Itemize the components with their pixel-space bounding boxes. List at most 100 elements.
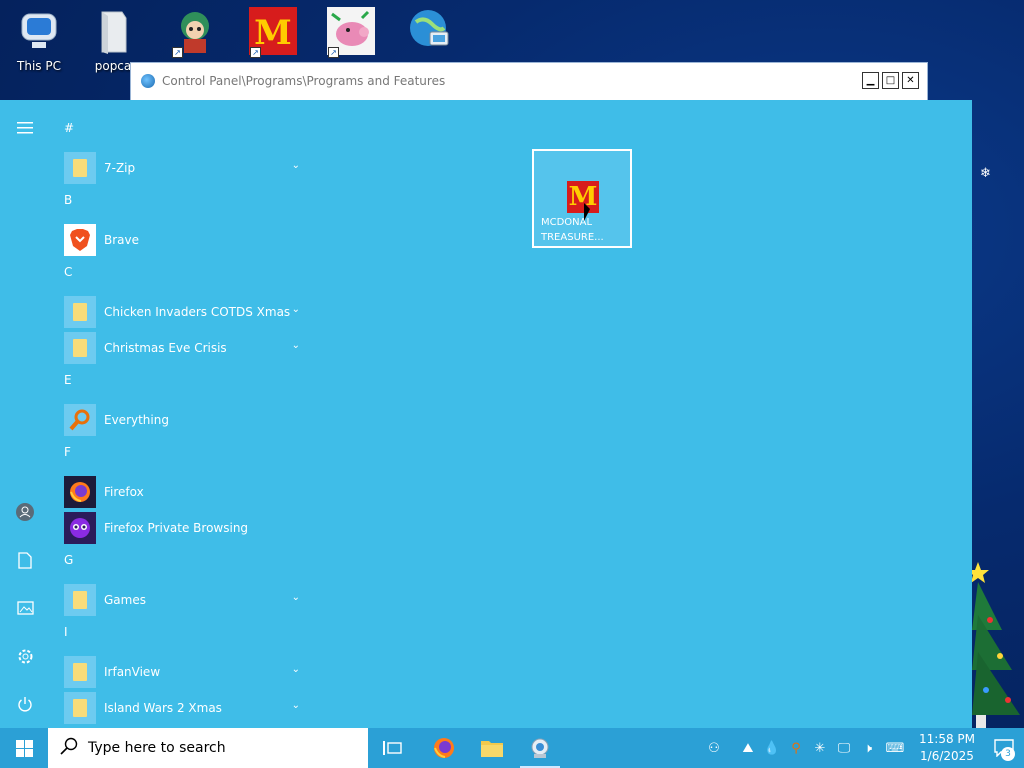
brave-icon (64, 224, 96, 256)
documents-icon[interactable] (13, 548, 37, 572)
window-title: Control Panel\Programs\Programs and Feat… (162, 74, 446, 88)
globe-icon (404, 6, 454, 56)
close-button[interactable]: ✕ (902, 72, 919, 89)
start-tile-mcdonalds-treasure[interactable]: M MCDONAL TREASURE... (532, 149, 632, 248)
folder-icon (64, 296, 96, 328)
letter-header[interactable]: I (56, 618, 306, 654)
app-label: Firefox Private Browsing (104, 521, 249, 535)
firefox-icon (64, 476, 96, 508)
taskbar-control-panel[interactable] (516, 728, 564, 768)
chevron-down-icon: ⌄ (291, 700, 300, 711)
user-icon[interactable] (13, 500, 37, 524)
window-titlebar[interactable]: Control Panel\Programs\Programs and Feat… (131, 63, 927, 99)
volume-icon[interactable]: 🕨 (856, 728, 880, 768)
people-icon[interactable]: ⚇ (702, 728, 726, 768)
mouse-cursor-icon (584, 203, 590, 221)
control-panel-icon (531, 738, 549, 758)
shortcut-arrow-icon: ↗ (250, 47, 261, 58)
app-item-irfanview[interactable]: IrfanView ⌄ (56, 654, 306, 690)
chevron-down-icon: ⌄ (291, 592, 300, 603)
pictures-icon[interactable] (13, 596, 37, 620)
everything-tray-icon[interactable]: ⚲ (784, 728, 808, 768)
control-panel-window[interactable]: Control Panel\Programs\Programs and Feat… (130, 62, 928, 102)
app-label: Christmas Eve Crisis (104, 341, 227, 355)
start-button[interactable] (0, 728, 48, 768)
folder-icon (64, 584, 96, 616)
clock[interactable]: 11:58 PM 1/6/2025 (916, 731, 978, 765)
keyboard-icon[interactable]: ⌨ (880, 728, 910, 768)
firefox-icon (434, 738, 454, 758)
folder-icon (64, 656, 96, 688)
letter-header[interactable]: # (56, 114, 306, 150)
app-list: # 7-Zip ⌄ B Brave C Chicken Invaders COT… (56, 114, 306, 726)
firefox-private-icon (64, 512, 96, 544)
power-icon[interactable] (13, 692, 37, 716)
letter-header[interactable]: F (56, 438, 306, 474)
notification-badge: 3 (1001, 747, 1015, 761)
clock-time: 11:58 PM (919, 732, 975, 746)
app-item-island-wars[interactable]: Island Wars 2 Xmas ⌄ (56, 690, 306, 726)
action-center-button[interactable]: 3 (984, 728, 1024, 768)
chevron-down-icon: ⌄ (291, 304, 300, 315)
task-view-icon (383, 741, 402, 755)
christmas-tree-icon (967, 560, 1024, 728)
desktop-icon-pig-game[interactable]: ↗ (316, 6, 386, 59)
game-character-icon: ↗ (170, 6, 220, 58)
network-icon[interactable]: 🖵 (832, 728, 856, 768)
search-box[interactable]: Type here to search (48, 728, 368, 768)
app-item-everything[interactable]: Everything (56, 402, 306, 438)
settings-icon[interactable] (13, 644, 37, 668)
desktop-icon-mcdonalds[interactable]: M ↗ (238, 6, 308, 59)
chevron-down-icon: ⌄ (291, 340, 300, 351)
app-label: Island Wars 2 Xmas (104, 701, 222, 715)
folder-icon (64, 152, 96, 184)
hamburger-icon[interactable] (13, 116, 37, 140)
letter-header[interactable]: C (56, 258, 306, 294)
start-menu: # 7-Zip ⌄ B Brave C Chicken Invaders COT… (0, 100, 972, 728)
app-item-brave[interactable]: Brave (56, 222, 306, 258)
start-menu-rail (0, 100, 50, 728)
app-item-firefox-private[interactable]: Firefox Private Browsing (56, 510, 306, 546)
this-pc-icon (14, 6, 64, 56)
mcdonalds-icon: M ↗ (248, 6, 298, 58)
app-label: Everything (104, 413, 169, 427)
app-label: IrfanView (104, 665, 161, 679)
app-label: Firefox (104, 485, 144, 499)
desktop-icon-globe[interactable] (394, 6, 464, 59)
app-item-chicken-invaders[interactable]: Chicken Invaders COTDS Xmas ⌄ (56, 294, 306, 330)
taskbar-file-explorer[interactable] (468, 728, 516, 768)
windows-logo-icon (15, 739, 33, 757)
everything-icon (64, 404, 96, 436)
folder-icon (88, 6, 138, 56)
system-tray: ⚇ ⛰ 💧 ⚲ ✳ 🖵 🕨 ⌨ 11:58 PM 1/6/2025 3 (702, 728, 1024, 768)
desktop-icon-label: This PC (17, 59, 61, 73)
taskbar: Type here to search ⚇ ⛰ 💧 ⚲ ✳ 🖵 🕨 ⌨ 11:5… (0, 728, 1024, 768)
minimize-button[interactable]: ▁ (862, 72, 879, 89)
app-item-7zip[interactable]: 7-Zip ⌄ (56, 150, 306, 186)
folder-icon (64, 692, 96, 724)
app-label: Chicken Invaders COTDS Xmas (104, 305, 291, 319)
letter-header[interactable]: G (56, 546, 306, 582)
task-view-button[interactable] (368, 728, 416, 768)
letter-header[interactable]: E (56, 366, 306, 402)
app-label: Brave (104, 233, 140, 247)
letter-header[interactable]: B (56, 186, 306, 222)
search-placeholder: Type here to search (88, 740, 226, 756)
folder-icon (481, 741, 503, 757)
app-item-firefox[interactable]: Firefox (56, 474, 306, 510)
maximize-button[interactable]: □ (882, 72, 899, 89)
tray-snowflake-icon[interactable]: ✳ (808, 728, 832, 768)
tray-droplet-icon[interactable]: 💧 (760, 728, 784, 768)
pig-game-icon: ↗ (326, 6, 376, 58)
desktop-icon-this-pc[interactable]: This PC (4, 6, 74, 73)
app-item-christmas-eve-crisis[interactable]: Christmas Eve Crisis ⌄ (56, 330, 306, 366)
chevron-down-icon: ⌄ (291, 664, 300, 675)
shortcut-arrow-icon: ↗ (172, 47, 183, 58)
mcdonalds-icon: M (567, 181, 599, 213)
tile-caption: MCDONAL TREASURE... (541, 217, 604, 243)
search-icon (60, 737, 84, 759)
taskbar-firefox[interactable] (420, 728, 468, 768)
tray-app-icon[interactable]: ⛰ (736, 728, 760, 768)
desktop-icon-game-character[interactable]: ↗ (160, 6, 230, 59)
app-item-games[interactable]: Games ⌄ (56, 582, 306, 618)
